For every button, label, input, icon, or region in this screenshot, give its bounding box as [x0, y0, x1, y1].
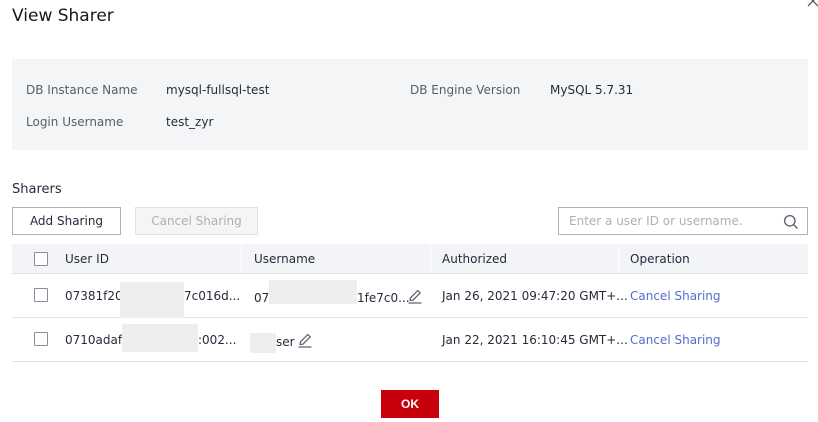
edit-icon[interactable] — [407, 288, 423, 304]
search-icon[interactable] — [783, 214, 799, 230]
row-checkbox[interactable] — [34, 288, 48, 302]
redaction-mask — [122, 324, 198, 352]
column-header-user-id[interactable]: User ID — [65, 252, 109, 266]
redaction-mask — [269, 280, 357, 304]
search-input[interactable] — [559, 208, 773, 234]
column-divider — [241, 244, 242, 273]
username-end: ser — [276, 335, 295, 349]
column-header-username[interactable]: Username — [254, 252, 315, 266]
column-header-authorized[interactable]: Authorized — [442, 252, 507, 266]
column-divider — [430, 244, 431, 273]
column-header-operation[interactable]: Operation — [630, 252, 690, 266]
redaction-mask — [250, 333, 276, 353]
add-sharing-button[interactable]: Add Sharing — [12, 207, 121, 235]
login-username-value: test_zyr — [166, 115, 214, 129]
cancel-sharing-button[interactable]: Cancel Sharing — [135, 207, 258, 235]
login-username-label: Login Username — [26, 115, 124, 129]
close-icon[interactable] — [806, 0, 818, 8]
authorized-time: Jan 22, 2021 16:10:45 GMT+... — [442, 333, 628, 347]
sharers-section-title: Sharers — [12, 182, 62, 197]
user-id-end: 7c016d... — [184, 289, 241, 303]
cancel-sharing-link[interactable]: Cancel Sharing — [630, 333, 721, 347]
db-engine-version-value: MySQL 5.7.31 — [550, 83, 634, 97]
row-checkbox[interactable] — [34, 332, 48, 346]
username-end: 1fe7c0... — [357, 291, 410, 305]
db-instance-name-label: DB Instance Name — [26, 83, 138, 97]
table-row: 07381f20c 7c016d... 07 1fe7c0... Jan 26,… — [12, 274, 808, 320]
cancel-sharing-link[interactable]: Cancel Sharing — [630, 289, 721, 303]
search-box — [558, 207, 808, 235]
db-instance-name-value: mysql-fullsql-test — [166, 83, 270, 97]
authorized-time: Jan 26, 2021 09:47:20 GMT+... — [442, 289, 628, 303]
user-id-end: :002... — [198, 333, 237, 347]
column-divider — [618, 244, 619, 273]
page-title: View Sharer — [12, 6, 114, 26]
instance-info-panel: DB Instance Name mysql-fullsql-test DB E… — [12, 59, 808, 150]
redaction-mask — [120, 282, 184, 320]
user-id-start: 0710adaf — [65, 333, 123, 347]
db-engine-version-label: DB Engine Version — [410, 83, 521, 97]
edit-icon[interactable] — [297, 332, 313, 348]
ok-button[interactable]: OK — [381, 390, 439, 418]
table-row: 0710adaf :002... ser Jan 22, 2021 16:10:… — [12, 318, 808, 362]
username-start: 07 — [254, 291, 270, 305]
select-all-checkbox[interactable] — [34, 252, 48, 266]
table-header: User ID Username Authorized Operation — [12, 244, 808, 274]
